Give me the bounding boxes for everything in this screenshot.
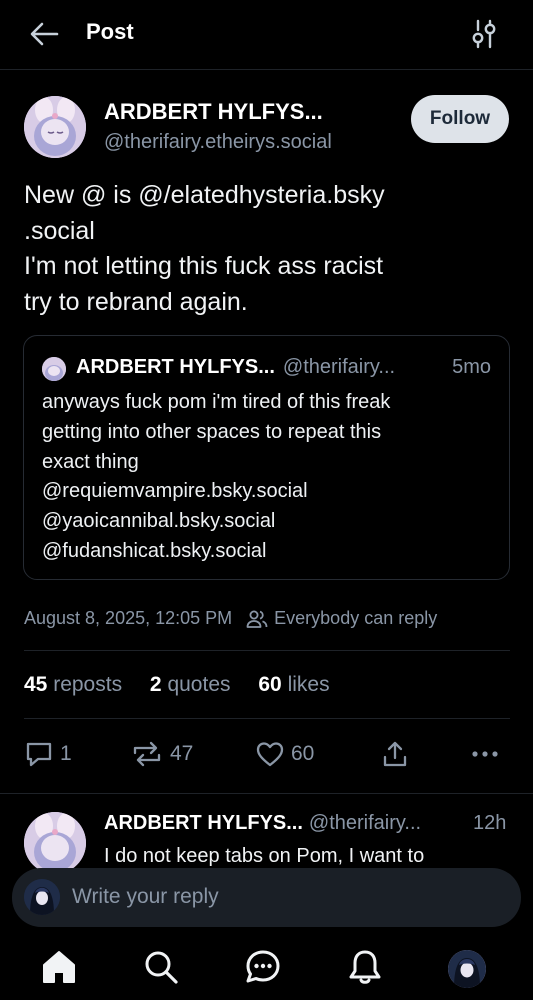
post-text-line: New @ is @/elatedhysteria.bsky [24,181,385,209]
repost-count: 47 [170,742,194,765]
share-button[interactable] [380,739,416,769]
reply-timestamp: 12h [473,812,507,834]
top-bar: Post [0,0,533,70]
page-title: Post [86,19,134,44]
people-icon [246,609,268,629]
quote-timestamp: 5mo [452,356,491,378]
reposts-count: 45 [24,673,48,696]
reply-setting[interactable]: Everybody can reply [274,608,437,629]
quote-text: anyways fuck pom i'm tired of this freak… [42,388,390,567]
follow-button[interactable]: Follow [411,95,509,143]
quote-text-line: exact thing [42,450,139,473]
reply-author-avatar[interactable] [24,812,86,874]
reply-button[interactable]: 1 [24,739,72,769]
quote-mention-link[interactable]: @fudanshicat.bsky.social [42,537,390,567]
post-meta: August 8, 2025, 12:05 PM Everybody can r… [24,608,437,629]
reply-input[interactable]: Write your reply [72,885,219,909]
reposts-stat[interactable]: 45 reposts [24,673,122,696]
quoted-post[interactable]: ARDBERT HYLFYS... @therifairy... 5mo anyw… [23,335,510,580]
reply-composer[interactable]: Write your reply [12,868,521,927]
likes-label: likes [287,673,330,696]
thread-settings-icon[interactable] [469,18,499,50]
search-icon[interactable] [142,948,180,986]
more-dots-icon [472,751,498,757]
reply-text[interactable]: I do not keep tabs on Pom, I want to [104,845,424,868]
reply-icon [26,742,52,767]
author-display-name[interactable]: ARDBERT HYLFYS... [104,99,323,125]
quote-mention-link[interactable]: @requiemvampire.bsky.social [42,477,390,507]
quote-author-handle: @therifairy... [282,356,396,378]
quotes-count: 2 [149,673,162,696]
reply-author-handle: @therifairy... [308,812,422,834]
likes-stat[interactable]: 60 likes [258,673,329,696]
quote-author-name: ARDBERT HYLFYS... [76,356,275,378]
quote-author-avatar [42,357,66,381]
post-text-line: I'm not letting this fuck ass racist [24,252,384,280]
post-text-line: try to rebrand again. [24,287,248,316]
likes-count: 60 [258,673,282,696]
reply-count: 1 [60,742,72,765]
author-handle[interactable]: @therifairy.etheirys.social [104,131,332,154]
like-count: 60 [291,742,315,765]
repost-button[interactable]: 47 [130,739,193,769]
back-arrow-icon[interactable] [28,20,60,48]
quote-text-line: getting into other spaces to repeat this [42,420,382,443]
post-actions: 1 47 60 [0,735,533,775]
post-text: New @ is @/elatedhysteria.bsky .social I… [24,178,514,320]
quotes-label: quotes [167,673,231,696]
post-timestamp: August 8, 2025, 12:05 PM [24,608,233,628]
bell-icon[interactable] [346,948,384,986]
quotes-stat[interactable]: 2 quotes [150,673,231,696]
quote-header: ARDBERT HYLFYS... @therifairy... [76,356,395,379]
share-icon [383,741,407,767]
divider [24,650,510,651]
more-options-button[interactable] [470,739,506,769]
chat-icon[interactable] [244,948,282,986]
quote-text-line: anyways fuck pom i'm tired of this freak [42,391,391,413]
divider [24,718,510,719]
quote-mention-link[interactable]: @yaoicannibal.bsky.social [42,507,390,537]
profile-avatar[interactable] [448,950,486,988]
my-avatar [24,879,60,915]
reposts-label: reposts [53,673,123,696]
home-icon[interactable] [40,948,78,986]
author-avatar[interactable] [24,96,86,158]
bottom-tab-bar [0,932,533,1000]
heart-icon [256,742,284,767]
like-button[interactable]: 60 [255,739,314,769]
post-text-line: .social [24,216,95,245]
reply-header[interactable]: ARDBERT HYLFYS... @therifairy... [104,812,421,835]
reply-author-name: ARDBERT HYLFYS... [104,812,303,834]
divider [0,793,533,794]
engagement-stats: 45 reposts 2 quotes 60 likes [24,673,352,697]
repost-icon [133,741,161,767]
